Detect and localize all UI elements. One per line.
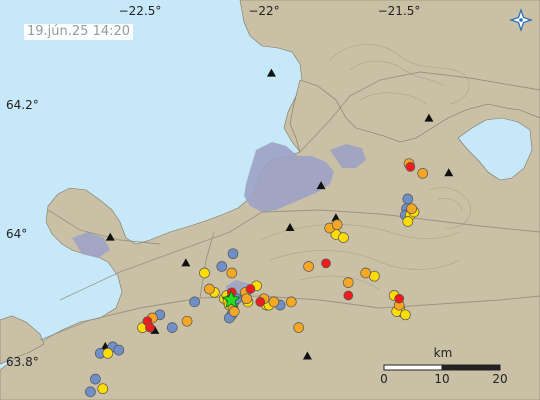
earthquake-marker-blue[interactable] — [402, 193, 414, 205]
earthquake-marker-blue[interactable] — [113, 344, 125, 356]
latitude-label: 63.8° — [6, 355, 39, 369]
timestamp-label: 19.jún.25 14:20 — [24, 24, 134, 40]
earthquake-marker-blue[interactable] — [90, 373, 101, 385]
earthquake-marker-orange[interactable] — [285, 296, 297, 308]
latitude-label: 64.2° — [6, 98, 39, 112]
earthquake-marker-red[interactable] — [145, 322, 155, 333]
earthquake-marker-orange[interactable] — [226, 267, 238, 279]
earthquake-marker-red[interactable] — [255, 297, 266, 307]
earthquake-marker-blue[interactable] — [189, 296, 200, 308]
earthquake-marker-yellow[interactable] — [338, 232, 349, 243]
earthquake-marker-blue[interactable] — [166, 322, 178, 333]
longitude-label: −22° — [248, 4, 279, 18]
seismic-map[interactable]: −22.5° −22° −21.5° 64.2° 64° 63.8° km 0 … — [0, 0, 540, 400]
earthquake-marker-red[interactable] — [405, 162, 416, 172]
scale-tick-10: 10 — [434, 372, 449, 386]
scale-tick-0: 0 — [380, 372, 388, 386]
scale-unit: km — [434, 346, 453, 360]
earthquake-marker-red[interactable] — [343, 290, 354, 301]
scale-bar-segment-2 — [441, 364, 501, 371]
earthquake-marker-blue[interactable] — [216, 261, 228, 272]
earthquake-marker-orange[interactable] — [204, 283, 215, 295]
earthquake-marker-orange[interactable] — [228, 306, 240, 317]
earthquake-marker-yellow[interactable] — [402, 216, 414, 227]
earthquake-marker-orange[interactable] — [331, 219, 343, 231]
earthquake-marker-orange[interactable] — [293, 322, 305, 333]
map-canvas[interactable]: −22.5° −22° −21.5° 64.2° 64° 63.8° km 0 … — [0, 0, 540, 400]
earthquake-marker-blue[interactable] — [227, 248, 239, 260]
earthquake-marker-red[interactable] — [321, 258, 331, 269]
earthquake-marker-yellow[interactable] — [97, 383, 109, 395]
earthquake-marker-red[interactable] — [245, 284, 256, 294]
scale-tick-20: 20 — [492, 372, 507, 386]
earthquake-marker-orange[interactable] — [360, 267, 372, 279]
scale-bar-segment-1 — [383, 364, 443, 371]
earthquake-marker-orange[interactable] — [342, 277, 354, 288]
earthquake-marker-yellow[interactable] — [400, 309, 411, 321]
latitude-label: 64° — [6, 227, 27, 241]
earthquake-marker-orange[interactable] — [417, 167, 429, 179]
earthquake-marker-blue[interactable] — [85, 386, 96, 398]
longitude-label: −21.5° — [378, 4, 421, 18]
earthquake-marker-red[interactable] — [394, 293, 405, 304]
longitude-label: −22.5° — [119, 4, 162, 18]
earthquake-marker-orange[interactable] — [181, 315, 193, 327]
earthquake-marker-orange[interactable] — [241, 293, 252, 305]
earthquake-marker-orange[interactable] — [268, 296, 280, 308]
earthquake-marker-yellow[interactable] — [102, 347, 114, 359]
earthquake-marker-yellow[interactable] — [199, 267, 210, 279]
earthquake-marker-orange[interactable] — [303, 261, 314, 272]
earthquake-marker-orange[interactable] — [406, 203, 417, 215]
